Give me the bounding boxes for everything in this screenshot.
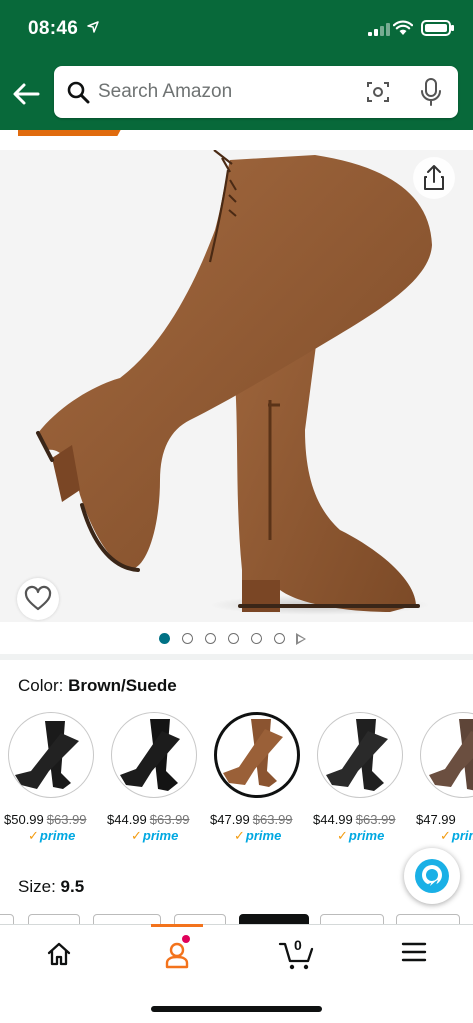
swatch-thumbnail[interactable] [420, 712, 473, 798]
status-bar: 08:46 [0, 0, 473, 60]
prime-label: prime [245, 828, 282, 843]
prime-badge: ✓prime [337, 828, 384, 844]
prime-check-icon: ✓ [337, 828, 348, 843]
prime-check-icon: ✓ [440, 828, 451, 843]
prime-badge: ✓prime [28, 828, 75, 844]
size-label: Size: [18, 877, 56, 896]
menu-icon [401, 942, 427, 962]
location-arrow-icon [87, 20, 99, 36]
prime-label: prime [348, 828, 385, 843]
color-option[interactable]: $44.99 $63.99 ✓prime [107, 712, 210, 847]
heart-icon[interactable] [17, 578, 59, 620]
carousel-dot[interactable] [251, 633, 262, 644]
color-value: Brown/Suede [68, 676, 177, 695]
carousel-dot[interactable] [182, 633, 193, 644]
knee-high-boots-photo [36, 150, 432, 615]
swatch-list-price: $63.99 [149, 812, 190, 827]
home-indicator [151, 1006, 322, 1012]
color-option[interactable]: $47.99 ✓prime [416, 712, 473, 847]
camera-scan-icon[interactable] [366, 80, 390, 104]
battery-icon [421, 20, 454, 36]
color-label: Color: [18, 676, 64, 695]
status-time: 08:46 [28, 18, 79, 39]
size-value: 9.5 [60, 877, 85, 896]
active-tab-indicator [151, 924, 203, 927]
carousel-dot[interactable] [228, 633, 239, 644]
prime-check-icon: ✓ [28, 828, 39, 843]
swatch-list-price: $63.99 [46, 812, 87, 827]
cart-count: 0 [294, 937, 302, 953]
prime-check-icon: ✓ [234, 828, 245, 843]
wifi-icon [392, 20, 414, 36]
share-icon[interactable] [413, 157, 455, 199]
search-input[interactable] [98, 76, 348, 108]
deal-badge [18, 130, 126, 136]
prime-badge: ✓prime [440, 828, 473, 844]
prime-label: prime [451, 828, 473, 843]
prime-badge: ✓prime [131, 828, 178, 844]
signal-icon [368, 22, 390, 36]
carousel-dot[interactable] [274, 633, 285, 644]
tab-cart[interactable]: 0 [237, 925, 355, 985]
swatch-thumbnail[interactable] [8, 712, 94, 798]
tab-home[interactable] [0, 925, 118, 985]
search-icon [66, 80, 90, 104]
swatch-thumbnail[interactable] [214, 712, 300, 798]
microphone-icon[interactable] [420, 78, 442, 106]
carousel-dot[interactable] [205, 633, 216, 644]
prime-label: prime [39, 828, 76, 843]
account-icon [165, 942, 189, 969]
color-swatch-list: $50.99 $63.99 ✓prime $44.99 $63.99 ✓prime … [0, 712, 473, 847]
swatch-thumbnail[interactable] [111, 712, 197, 798]
carousel-dot[interactable] [159, 633, 170, 644]
product-page: 08:46 Search Amazon Color: Brown/Suede $… [0, 0, 473, 1023]
swatch-price: $44.99 [313, 812, 353, 827]
back-arrow-icon[interactable] [10, 78, 42, 110]
image-carousel-dots[interactable] [0, 630, 473, 648]
color-option[interactable]: $50.99 $63.99 ✓prime [4, 712, 107, 847]
size-selected-label: Size: 9.5 [18, 877, 84, 897]
video-play-icon[interactable] [296, 633, 306, 645]
deal-banner-peek [0, 130, 473, 148]
color-selected-label: Color: Brown/Suede [18, 676, 177, 696]
swatch-price: $50.99 [4, 812, 44, 827]
notification-dot [182, 935, 190, 943]
section-divider [0, 654, 473, 660]
color-option[interactable]: $44.99 $63.99 ✓prime [313, 712, 416, 847]
swatch-thumbnail[interactable] [317, 712, 403, 798]
top-app-bar: 08:46 [0, 0, 473, 130]
color-option-selected[interactable]: $47.99 $63.99 ✓prime [210, 712, 313, 847]
swatch-list-price: $63.99 [252, 812, 293, 827]
swatch-list-price: $63.99 [355, 812, 396, 827]
tab-account[interactable] [118, 924, 236, 985]
alexa-icon[interactable] [404, 848, 460, 904]
product-image[interactable] [0, 150, 473, 622]
swatch-price: $47.99 [416, 812, 456, 827]
swatch-price: $44.99 [107, 812, 147, 827]
prime-label: prime [142, 828, 179, 843]
home-icon [47, 942, 71, 966]
search-bar[interactable] [54, 66, 458, 118]
prime-badge: ✓prime [234, 828, 281, 844]
prime-check-icon: ✓ [131, 828, 142, 843]
tab-menu[interactable] [355, 925, 473, 985]
swatch-price: $47.99 [210, 812, 250, 827]
